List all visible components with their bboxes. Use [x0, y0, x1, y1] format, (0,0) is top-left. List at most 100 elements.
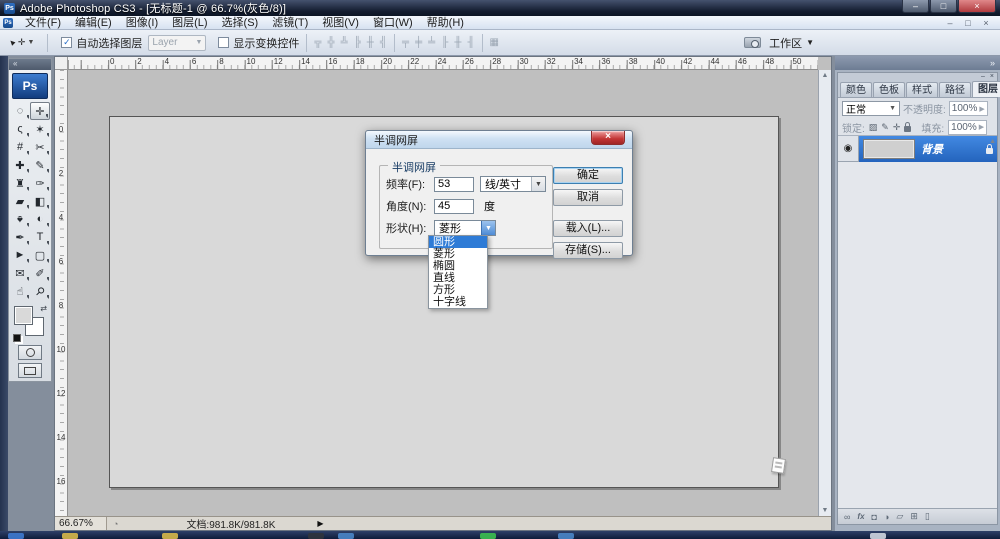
zoom-level-field[interactable]: 66.67%	[55, 517, 107, 530]
healing-brush-tool[interactable]: ✚	[10, 156, 30, 174]
menu-item-8[interactable]: 帮助(H)	[420, 16, 471, 30]
tab-样式[interactable]: 样式	[906, 82, 938, 97]
eyedropper-tool[interactable]: ✐	[30, 264, 50, 282]
menu-item-3[interactable]: 图层(L)	[165, 16, 214, 30]
blur-tool[interactable]: ♠	[10, 210, 30, 228]
cancel-button[interactable]: 取消	[553, 189, 623, 206]
magic-wand-tool[interactable]: ✶	[30, 120, 50, 138]
slice-tool[interactable]: ✂	[30, 138, 50, 156]
type-tool[interactable]: T	[30, 228, 50, 246]
align-icon-3[interactable]: ╠	[354, 37, 361, 48]
maximize-button[interactable]: □	[930, 0, 957, 13]
path-selection-tool[interactable]: ►	[10, 246, 30, 264]
shape-option-直线[interactable]: 直线	[429, 272, 487, 284]
taskbar-icon-7[interactable]	[870, 533, 886, 539]
dock-expand-icon[interactable]: »	[990, 58, 995, 68]
tab-颜色[interactable]: 颜色	[840, 82, 872, 97]
workspace-button[interactable]: 工作区 ▼	[769, 35, 814, 51]
align-icon-2[interactable]: ╩	[341, 37, 348, 48]
panel-minimize-icon[interactable]: –	[981, 73, 985, 81]
tab-路径[interactable]: 路径	[939, 82, 971, 97]
tab-图层[interactable]: 图层×	[972, 81, 1000, 97]
shape-option-十字线[interactable]: 十字线	[429, 296, 487, 308]
notes-tool[interactable]: ✉	[10, 264, 30, 282]
frequency-input[interactable]	[434, 176, 474, 192]
close-button[interactable]: ×	[958, 0, 996, 13]
menu-item-0[interactable]: 文件(F)	[18, 16, 68, 30]
distribute-icon-4[interactable]: ╫	[454, 37, 461, 48]
swap-colors-icon[interactable]: ⇄	[40, 304, 47, 313]
tab-色板[interactable]: 色板	[873, 82, 905, 97]
scroll-down-icon[interactable]: ▼	[822, 507, 829, 514]
menu-item-7[interactable]: 窗口(W)	[366, 16, 420, 30]
lock-all-icon[interactable]	[904, 121, 912, 132]
distribute-icon-5[interactable]: ╢	[467, 37, 474, 48]
panel-close-icon[interactable]: ×	[990, 73, 994, 81]
layer-thumbnail[interactable]	[863, 139, 915, 159]
history-brush-tool[interactable]: ✑	[30, 174, 50, 192]
opacity-field[interactable]: 100% ▶	[948, 101, 988, 116]
vertical-scrollbar[interactable]: ▲ ▼	[818, 70, 831, 516]
zoom-tool[interactable]: ⚲	[30, 282, 50, 300]
align-icon-1[interactable]: ╬	[328, 37, 335, 48]
photoshop-logo-button[interactable]: Ps	[12, 73, 48, 99]
shape-option-方形[interactable]: 方形	[429, 284, 487, 296]
taskbar-icon-6[interactable]	[558, 533, 574, 539]
distribute-icon-0[interactable]: ╤	[402, 37, 409, 48]
taskbar-icon-4[interactable]	[338, 533, 354, 539]
default-colors-icon[interactable]	[13, 334, 21, 342]
show-transform-checkbox[interactable]	[218, 37, 230, 48]
new-layer-icon[interactable]: ⊞	[910, 511, 918, 522]
link-layers-icon[interactable]: ∞	[844, 512, 850, 522]
dodge-tool[interactable]: ◐	[30, 210, 50, 228]
shape-option-椭圆[interactable]: 椭圆	[429, 260, 487, 272]
minimize-button[interactable]: –	[902, 0, 929, 13]
frequency-unit-select[interactable]: 线/英寸 ▼	[480, 176, 546, 192]
visibility-cell[interactable]: ◉	[838, 136, 859, 162]
new-group-icon[interactable]: ▱	[896, 511, 903, 522]
menu-item-6[interactable]: 视图(V)	[315, 16, 366, 30]
scroll-up-icon[interactable]: ▲	[822, 72, 829, 79]
align-icon-5[interactable]: ╣	[380, 37, 387, 48]
layer-scope-select[interactable]: Layer ▼	[148, 34, 207, 51]
adjustment-layer-icon[interactable]: ◑	[884, 512, 889, 522]
layer-style-icon[interactable]: fx	[857, 512, 864, 521]
toolbox-collapse-button[interactable]: «	[9, 59, 51, 70]
fill-field[interactable]: 100% ▶	[948, 119, 988, 135]
hand-tool[interactable]: ☝	[10, 282, 30, 300]
doc-restore-button[interactable]: □	[961, 18, 975, 28]
taskbar-icon-3[interactable]	[308, 533, 324, 539]
scroll-up-icon[interactable]: ▲	[989, 138, 996, 145]
blend-mode-select[interactable]: 正常 ▼	[842, 101, 900, 116]
taskbar-icon-0[interactable]	[8, 533, 24, 539]
lasso-tool[interactable]: ς	[10, 120, 30, 138]
load-button[interactable]: 载入(L)...	[553, 220, 623, 237]
taskbar-icon-1[interactable]	[62, 533, 78, 539]
save-button[interactable]: 存储(S)...	[553, 242, 623, 259]
windows-taskbar[interactable]	[0, 531, 1000, 539]
align-icon-4[interactable]: ╫	[367, 37, 374, 48]
layer-row-background[interactable]: ◉ 背景	[838, 136, 997, 162]
doc-minimize-button[interactable]: –	[943, 18, 957, 28]
taskbar-icon-2[interactable]	[162, 533, 178, 539]
auto-select-checkbox[interactable]: ✓	[61, 37, 73, 48]
menu-item-5[interactable]: 滤镜(T)	[265, 16, 315, 30]
shape-option-圆形[interactable]: 圆形	[429, 236, 487, 248]
clone-stamp-tool[interactable]: ♜	[10, 174, 30, 192]
dialog-close-button[interactable]: ×	[591, 131, 625, 145]
auto-align-icon-0[interactable]: ▦	[490, 37, 499, 48]
quick-mask-button[interactable]	[18, 345, 42, 360]
menu-item-2[interactable]: 图像(I)	[119, 16, 165, 30]
gradient-tool[interactable]: ◧	[30, 192, 50, 210]
angle-input[interactable]	[434, 198, 474, 214]
pen-tool[interactable]: ✒	[10, 228, 30, 246]
move-tool[interactable]: ✛	[30, 102, 50, 120]
align-icon-0[interactable]: ╦	[314, 37, 321, 48]
delete-layer-icon[interactable]: ▯	[925, 511, 930, 522]
status-expand-button[interactable]: ▶	[317, 519, 323, 528]
distribute-icon-1[interactable]: ╪	[415, 37, 422, 48]
elliptical-marquee-tool[interactable]: ◌	[10, 102, 30, 120]
layer-mask-icon[interactable]: ◘	[872, 512, 877, 522]
ok-button[interactable]: 确定	[553, 167, 623, 184]
taskbar-icon-5[interactable]	[480, 533, 496, 539]
